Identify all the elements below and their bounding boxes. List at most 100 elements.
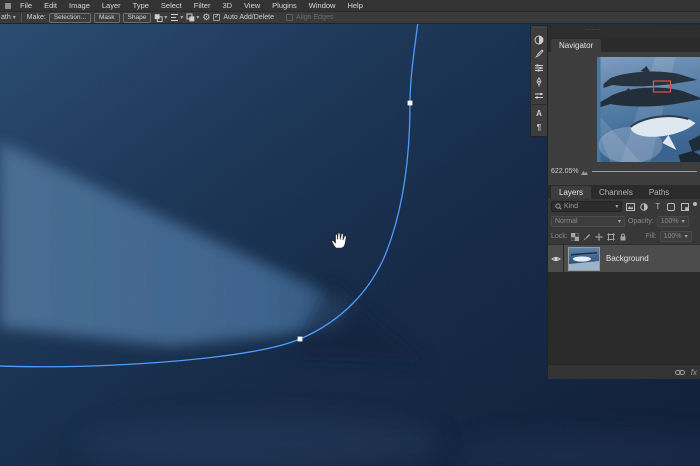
menu-select[interactable]: Select bbox=[155, 1, 188, 10]
path-alignment-icon[interactable]: ▾ bbox=[170, 12, 183, 23]
path-anchor-point[interactable] bbox=[408, 101, 413, 106]
lock-label: Lock: bbox=[551, 233, 568, 240]
chevron-down-icon: ▾ bbox=[164, 15, 167, 21]
layers-tab-bar: Layers Channels Paths bbox=[548, 185, 700, 199]
lock-pixels-icon[interactable] bbox=[583, 232, 592, 241]
filter-toggle-icon[interactable] bbox=[693, 202, 697, 206]
app-icon bbox=[5, 3, 11, 9]
visibility-toggle[interactable] bbox=[548, 245, 564, 272]
blend-mode-select[interactable]: Normal ▾ bbox=[551, 216, 625, 227]
layer-search-field[interactable]: Kind ▾ bbox=[551, 201, 622, 212]
path-anchor-point[interactable] bbox=[298, 337, 303, 342]
menu-plugins[interactable]: Plugins bbox=[266, 1, 303, 10]
chevron-down-icon: ▾ bbox=[13, 15, 16, 21]
tab-layers[interactable]: Layers bbox=[551, 186, 591, 199]
navigator-thumbnail[interactable] bbox=[597, 57, 700, 162]
navigator-panel: 622.05% bbox=[548, 52, 700, 185]
menu-filter[interactable]: Filter bbox=[188, 1, 217, 10]
divider bbox=[532, 104, 546, 105]
navigator-zoom-row: 622.05% bbox=[551, 168, 697, 175]
align-edges-checkbox bbox=[286, 14, 293, 21]
path-operations-icon[interactable]: ▾ bbox=[154, 12, 167, 23]
paths-icon[interactable] bbox=[531, 75, 547, 89]
gear-icon[interactable]: ⚙ bbox=[202, 13, 210, 22]
make-selection-button[interactable]: Selection... bbox=[49, 13, 91, 23]
eye-icon bbox=[551, 255, 561, 263]
chevron-down-icon: ▾ bbox=[615, 204, 618, 210]
lock-transparency-icon[interactable] bbox=[571, 232, 580, 241]
zoom-out-icon[interactable] bbox=[581, 169, 588, 175]
lock-position-icon[interactable] bbox=[595, 232, 604, 241]
collapsed-panel-dock: ···· A ¶ bbox=[530, 25, 548, 137]
menu-window[interactable]: Window bbox=[303, 1, 342, 10]
blend-mode-value: Normal bbox=[555, 218, 578, 225]
search-kind-label: Kind bbox=[564, 203, 613, 210]
chevron-down-icon: ▾ bbox=[685, 234, 688, 240]
lock-artboard-icon[interactable] bbox=[607, 232, 616, 241]
layer-filter-row: Kind ▾ T bbox=[548, 199, 700, 214]
character-panel-icon[interactable]: A bbox=[531, 106, 547, 120]
menu-file[interactable]: File bbox=[14, 1, 38, 10]
chevron-down-icon: ▾ bbox=[180, 15, 183, 21]
lock-row: Lock: Fill: 100% ▾ bbox=[548, 229, 700, 244]
menu-bar: File Edit Image Layer Type Select Filter… bbox=[0, 0, 700, 11]
align-edges-label: Align Edges bbox=[296, 14, 333, 21]
layer-row-background[interactable]: Background bbox=[548, 245, 700, 272]
chevron-down-icon: ▾ bbox=[196, 15, 199, 21]
link-layers-icon[interactable] bbox=[675, 369, 685, 376]
chevron-down-icon: ▾ bbox=[618, 219, 621, 225]
search-icon bbox=[555, 203, 562, 210]
auto-add-delete-checkbox[interactable]: ✓ bbox=[213, 14, 220, 21]
menu-layer[interactable]: Layer bbox=[96, 1, 127, 10]
menu-view[interactable]: View bbox=[238, 1, 266, 10]
opacity-value: 100% bbox=[661, 218, 679, 225]
tool-mode-label: ath bbox=[1, 14, 11, 21]
menu-edit[interactable]: Edit bbox=[38, 1, 63, 10]
tab-navigator[interactable]: Navigator bbox=[551, 39, 601, 52]
menu-type[interactable]: Type bbox=[127, 1, 155, 10]
dock-header: ····· bbox=[548, 25, 700, 38]
fill-select[interactable]: 100% ▾ bbox=[660, 231, 692, 242]
properties-icon[interactable] bbox=[531, 61, 547, 75]
filter-pixel-layers-icon[interactable] bbox=[625, 201, 636, 212]
layer-effects-icon[interactable]: fx bbox=[691, 368, 697, 377]
make-label: Make: bbox=[27, 14, 46, 21]
opacity-select[interactable]: 100% ▾ bbox=[657, 216, 689, 227]
blend-mode-row: Normal ▾ Opacity: 100% ▾ bbox=[548, 214, 700, 229]
menu-3d[interactable]: 3D bbox=[216, 1, 238, 10]
layer-thumbnail[interactable] bbox=[569, 248, 599, 270]
make-mask-button[interactable]: Mask bbox=[94, 13, 120, 23]
layers-bottom-bar: fx bbox=[548, 364, 700, 379]
navigator-tab-bar: Navigator bbox=[548, 38, 700, 52]
fill-value: 100% bbox=[664, 233, 682, 240]
tool-mode-select[interactable]: ath ▾ bbox=[0, 14, 16, 21]
divider bbox=[21, 13, 22, 22]
auto-add-delete-label: Auto Add/Delete bbox=[223, 14, 274, 21]
filter-smart-objects-icon[interactable] bbox=[680, 201, 691, 212]
zoom-slider[interactable] bbox=[592, 171, 697, 172]
dock-header-grip-dots[interactable]: ····· bbox=[586, 28, 601, 35]
tool-options-bar: ath ▾ Make: Selection... Mask Shape ▾ ▾ … bbox=[0, 11, 700, 24]
filter-shape-layers-icon[interactable] bbox=[666, 201, 677, 212]
brush-settings-icon[interactable] bbox=[531, 47, 547, 61]
tab-channels[interactable]: Channels bbox=[591, 186, 641, 199]
adjustments-icon[interactable] bbox=[531, 33, 547, 47]
chevron-down-icon: ▾ bbox=[682, 219, 685, 225]
libraries-icon[interactable] bbox=[531, 89, 547, 103]
filter-type-layers-icon[interactable]: T bbox=[652, 201, 663, 212]
menu-help[interactable]: Help bbox=[341, 1, 368, 10]
layers-panel: Kind ▾ T Normal ▾ Opacity: bbox=[548, 199, 700, 379]
lock-all-icon[interactable] bbox=[619, 232, 628, 241]
fill-label: Fill: bbox=[646, 233, 657, 240]
filter-adjustment-layers-icon[interactable] bbox=[639, 201, 650, 212]
dock-grip-dots[interactable]: ···· bbox=[533, 26, 545, 33]
make-shape-button[interactable]: Shape bbox=[123, 13, 152, 23]
zoom-percentage[interactable]: 622.05% bbox=[551, 168, 581, 175]
paragraph-panel-icon[interactable]: ¶ bbox=[531, 120, 547, 134]
layer-name[interactable]: Background bbox=[606, 254, 649, 263]
right-panel-dock: ····· Navigator bbox=[548, 25, 700, 378]
menu-image[interactable]: Image bbox=[63, 1, 96, 10]
path-arrangement-icon[interactable]: ▾ bbox=[186, 12, 199, 23]
tab-paths[interactable]: Paths bbox=[641, 186, 677, 199]
layer-list: Background bbox=[548, 244, 700, 364]
